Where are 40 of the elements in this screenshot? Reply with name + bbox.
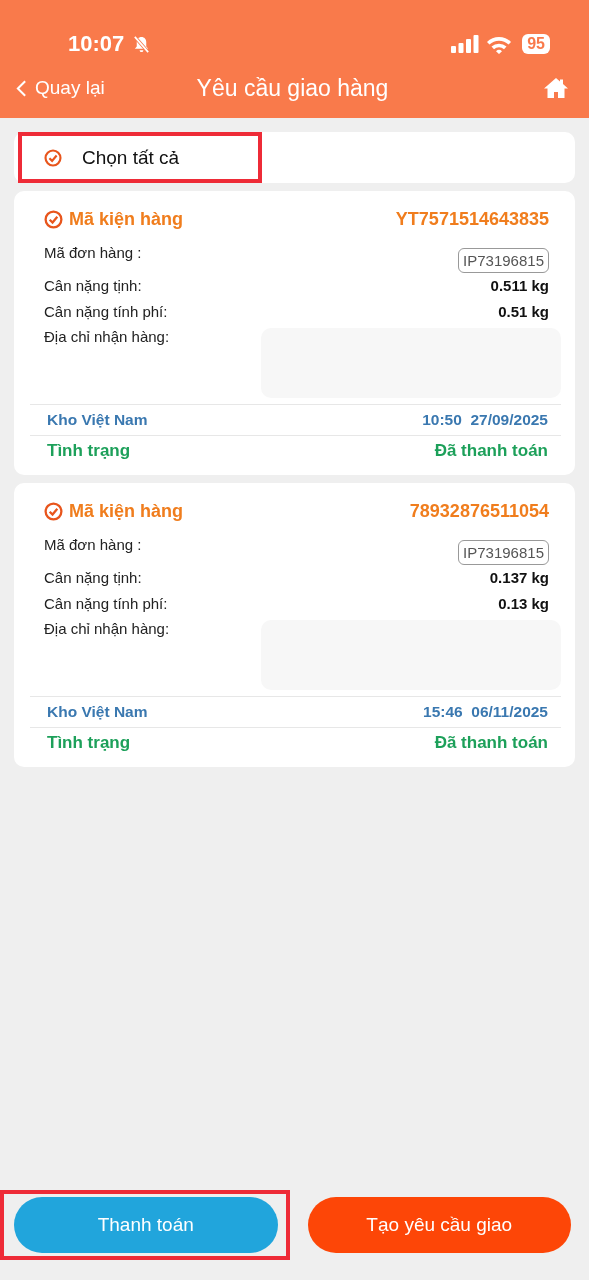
wifi-icon <box>486 34 513 54</box>
order-code-tag: IP73196815 <box>458 540 549 565</box>
field-label: Địa chỉ nhận hàng: <box>44 620 170 637</box>
create-request-button[interactable]: Tạo yêu cầu giao <box>307 1197 571 1253</box>
check-circle-icon[interactable] <box>44 502 63 521</box>
status-time: 10:07 <box>68 31 125 57</box>
select-all-label[interactable]: Chọn tất cả <box>82 146 180 169</box>
page-title: Yêu cầu giao hàng <box>196 74 389 102</box>
package-code: 78932876511054 <box>409 501 549 522</box>
charge-weight: 0.51 kg <box>498 303 549 320</box>
package-time: 10:50 27/09/2025 <box>422 411 548 429</box>
field-label: Cân nặng tính phí: <box>44 595 168 612</box>
field-label: Cân nặng tính phí: <box>44 303 168 320</box>
status-value: Đã thanh toán <box>434 733 548 753</box>
warehouse-name: Kho Việt Nam <box>47 411 148 429</box>
pay-button[interactable]: Thanh toán <box>14 1197 278 1253</box>
package-title: Mã kiện hàng <box>69 501 184 522</box>
check-circle-icon[interactable] <box>44 210 63 229</box>
field-label: Cân nặng tịnh: <box>44 569 142 586</box>
status-label: Tình trạng <box>47 733 131 753</box>
field-label: Mã đơn hàng : <box>44 244 142 261</box>
package-code: YT7571514643835 <box>395 209 549 230</box>
net-weight: 0.511 kg <box>490 277 549 294</box>
warehouse-name: Kho Việt Nam <box>47 703 148 721</box>
field-label: Cân nặng tịnh: <box>44 277 142 294</box>
status-label: Tình trạng <box>47 441 131 461</box>
field-label: Mã đơn hàng : <box>44 536 142 553</box>
home-icon[interactable] <box>543 77 569 99</box>
battery-indicator: 95 <box>522 34 550 54</box>
order-code-tag: IP73196815 <box>458 248 549 273</box>
signal-icon <box>451 35 480 53</box>
package-time: 15:46 06/11/2025 <box>423 703 548 721</box>
charge-weight: 0.13 kg <box>498 595 549 612</box>
field-label: Địa chỉ nhận hàng: <box>44 328 170 345</box>
net-weight: 0.137 kg <box>489 569 549 586</box>
check-circle-icon[interactable] <box>44 148 62 167</box>
back-button[interactable]: Quay lại <box>16 77 105 99</box>
package-title: Mã kiện hàng <box>69 209 184 230</box>
status-value: Đã thanh toán <box>434 441 548 461</box>
chevron-left-icon <box>16 78 27 98</box>
